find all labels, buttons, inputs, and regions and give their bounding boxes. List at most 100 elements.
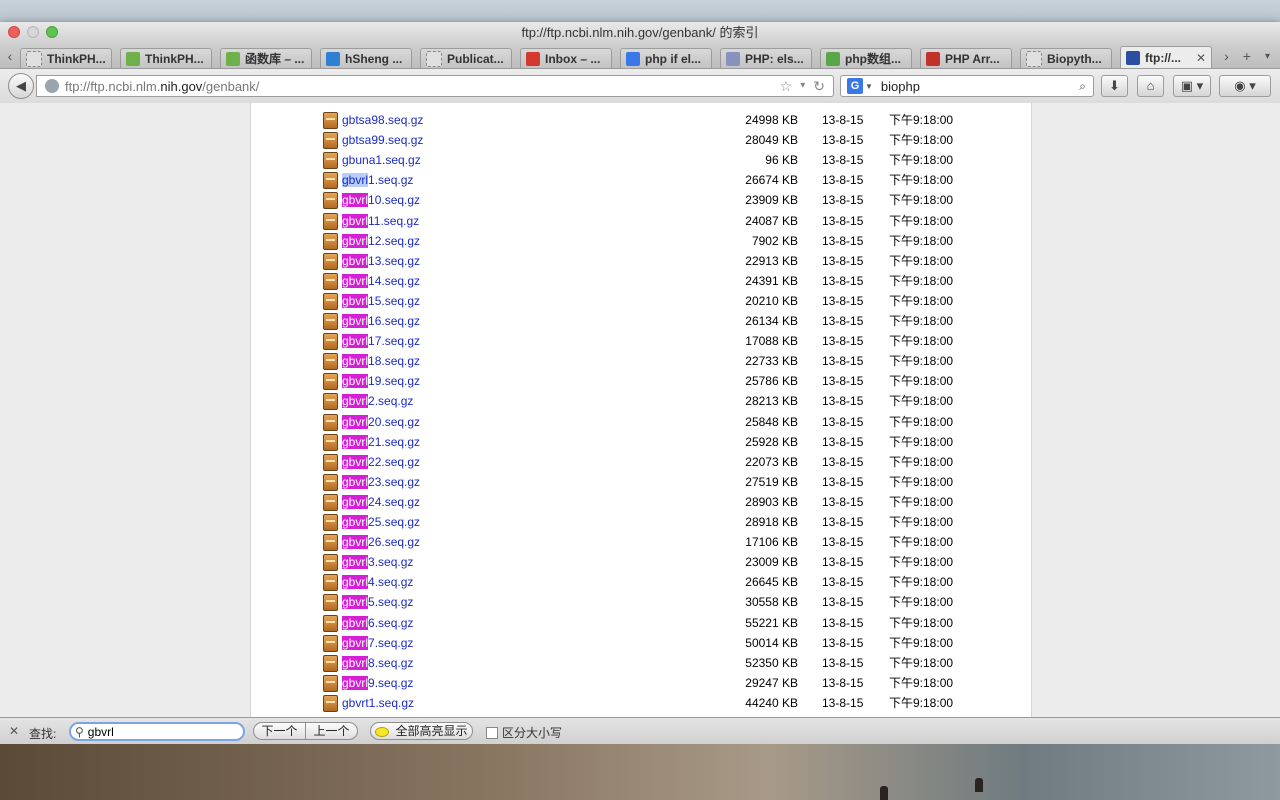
file-link[interactable]: gbvrl8.seq.gz (342, 653, 413, 673)
tab[interactable]: hSheng ... (320, 48, 412, 68)
search-bar[interactable]: G ▼ biophp ⌕ (840, 75, 1094, 97)
zoom-window-button[interactable] (46, 26, 58, 38)
list-all-tabs-icon[interactable]: ▾ (1265, 51, 1270, 62)
tab-title: PHP Arr... (945, 51, 1000, 66)
archive-file-icon (323, 172, 338, 190)
file-link[interactable]: gbvrl16.seq.gz (342, 311, 420, 331)
file-link[interactable]: gbvrl14.seq.gz (342, 271, 420, 291)
file-link[interactable]: gbvrl21.seq.gz (342, 432, 420, 452)
find-previous-button[interactable]: 上一个 (305, 722, 358, 740)
tab[interactable]: php if el... (620, 48, 712, 68)
bookmark-star-icon[interactable]: ☆ (780, 78, 793, 95)
file-link[interactable]: gbvrl10.seq.gz (342, 190, 420, 210)
archive-file-icon (323, 654, 338, 672)
tab-scroll-left-icon[interactable]: ‹ (0, 44, 20, 68)
file-link[interactable]: gbvrl19.seq.gz (342, 371, 420, 391)
tab-title: Publicat... (447, 51, 504, 66)
bookmarks-button[interactable]: ▣ ▾ (1173, 75, 1211, 97)
file-time: 下午9:18:00 (889, 293, 954, 308)
file-time: 下午9:18:00 (889, 354, 954, 369)
file-link[interactable]: gbvrl26.seq.gz (342, 532, 420, 552)
file-date: 13-8-15 (822, 314, 864, 328)
history-dropdown-icon[interactable]: ▾ (800, 78, 805, 95)
file-row: gbvrl17.seq.gz 17088 KB 13-8-15 下午9:18:00 (323, 331, 1023, 351)
tab[interactable]: ftp://... ✕ (1120, 46, 1212, 68)
close-tab-icon[interactable]: ✕ (1196, 51, 1206, 65)
tab[interactable]: php数组... (820, 48, 912, 68)
tab[interactable]: Biopyth... (1020, 48, 1112, 68)
close-window-button[interactable] (8, 26, 20, 38)
file-time: 下午9:18:00 (889, 494, 954, 509)
file-link[interactable]: gbvrl7.seq.gz (342, 633, 413, 653)
file-link[interactable]: gbvrl3.seq.gz (342, 552, 413, 572)
archive-file-icon (323, 514, 338, 531)
file-link[interactable]: gbuna1.seq.gz (342, 150, 421, 170)
close-find-bar-icon[interactable]: ✕ (9, 724, 19, 738)
file-link[interactable]: gbtsa99.seq.gz (342, 130, 423, 150)
search-engine-dropdown-icon[interactable]: ▼ (865, 82, 873, 91)
back-button[interactable]: ◀ (8, 73, 34, 99)
page-viewport: gbtsa98.seq.gz 24998 KB 13-8-15 下午9:18:00 gb… (0, 103, 1280, 717)
find-magnifier-icon: ⚲ (75, 724, 84, 739)
file-row: gbvrl15.seq.gz 20210 KB 13-8-15 下午9:18:00 (323, 291, 1023, 311)
file-link[interactable]: gbvrl1.seq.gz (342, 170, 413, 190)
tab-scroll-right-icon[interactable]: › (1224, 48, 1229, 64)
file-link[interactable]: gbvrl23.seq.gz (342, 472, 420, 492)
file-link[interactable]: gbvrl12.seq.gz (342, 231, 420, 251)
page-icon (426, 50, 442, 67)
file-link[interactable]: gbvrl9.seq.gz (342, 673, 413, 693)
file-name-suffix: 9.seq.gz (368, 675, 414, 690)
file-link[interactable]: gbvrt1.seq.gz (342, 693, 414, 713)
find-query[interactable]: gbvrl (88, 725, 114, 739)
tab[interactable]: 函数库 – ... (220, 48, 312, 68)
file-link[interactable]: gbvrl25.seq.gz (342, 512, 420, 532)
addon-button[interactable]: ◉ ▾ (1219, 75, 1271, 97)
minimize-window-button[interactable] (27, 26, 39, 38)
archive-file-icon (323, 112, 338, 129)
tab[interactable]: Publicat... (420, 48, 512, 68)
match-case-checkbox[interactable] (486, 726, 498, 739)
file-link[interactable]: gbvrl13.seq.gz (342, 251, 420, 271)
file-name-suffix: 7.seq.gz (368, 635, 414, 650)
file-date: 13-8-15 (822, 555, 864, 570)
find-match-highlight: gbvrl (342, 414, 369, 429)
file-row: gbvrl18.seq.gz 22733 KB 13-8-15 下午9:18:00 (323, 351, 1023, 371)
tab[interactable]: Inbox – ... (520, 48, 612, 68)
tab[interactable]: PHP Arr... (920, 48, 1012, 68)
search-magnifier-icon[interactable]: ⌕ (1079, 79, 1093, 94)
site-identity-icon[interactable] (45, 79, 59, 93)
highlight-all-button[interactable]: 全部高亮显示 (370, 722, 473, 740)
file-link[interactable]: gbvrl15.seq.gz (342, 291, 420, 311)
reload-icon[interactable]: ↻ (813, 78, 825, 95)
monitor-icon (1126, 50, 1140, 65)
file-link[interactable]: gbvrl22.seq.gz (342, 452, 420, 472)
file-link[interactable]: gbvrl24.seq.gz (342, 492, 420, 512)
tab[interactable]: PHP: els... (720, 48, 812, 68)
file-link[interactable]: gbvrl20.seq.gz (342, 412, 420, 432)
find-match-highlight: gbvrl (342, 494, 369, 509)
find-next-button[interactable]: 下一个 (253, 722, 306, 740)
tab[interactable]: ThinkPH... (20, 48, 112, 68)
match-case-toggle[interactable]: 区分大小写 (486, 724, 562, 741)
file-link[interactable]: gbtsa98.seq.gz (342, 110, 423, 130)
file-row: gbvrl19.seq.gz 25786 KB 13-8-15 下午9:18:00 (323, 371, 1023, 391)
find-match-highlight: gbvrl (342, 293, 369, 308)
file-link[interactable]: gbvrl5.seq.gz (342, 592, 413, 612)
search-engine-icon[interactable]: G (847, 78, 863, 94)
file-link[interactable]: gbvrl4.seq.gz (342, 572, 413, 592)
file-link[interactable]: gbvrl11.seq.gz (342, 211, 419, 231)
downloads-button[interactable]: ⬇ (1101, 75, 1128, 97)
find-input[interactable]: ⚲ gbvrl (69, 722, 245, 741)
file-link[interactable]: gbvrl18.seq.gz (342, 351, 420, 371)
search-input[interactable]: biophp (873, 79, 1079, 94)
find-match-highlight: gbvrl (342, 233, 369, 248)
page-icon (26, 50, 42, 67)
url-bar[interactable]: ftp://ftp.ncbi.nlm.nih.gov/genbank/ ☆ ▾ … (36, 75, 834, 97)
home-button[interactable]: ⌂ (1137, 75, 1164, 97)
file-link[interactable]: gbvrl6.seq.gz (342, 613, 413, 633)
new-tab-icon[interactable]: + (1243, 48, 1251, 64)
file-link[interactable]: gbvrl17.seq.gz (342, 331, 420, 351)
tab[interactable]: ThinkPH... (120, 48, 212, 68)
file-row: gbvrl14.seq.gz 24391 KB 13-8-15 下午9:18:00 (323, 271, 1023, 291)
file-link[interactable]: gbvrl2.seq.gz (342, 391, 413, 411)
